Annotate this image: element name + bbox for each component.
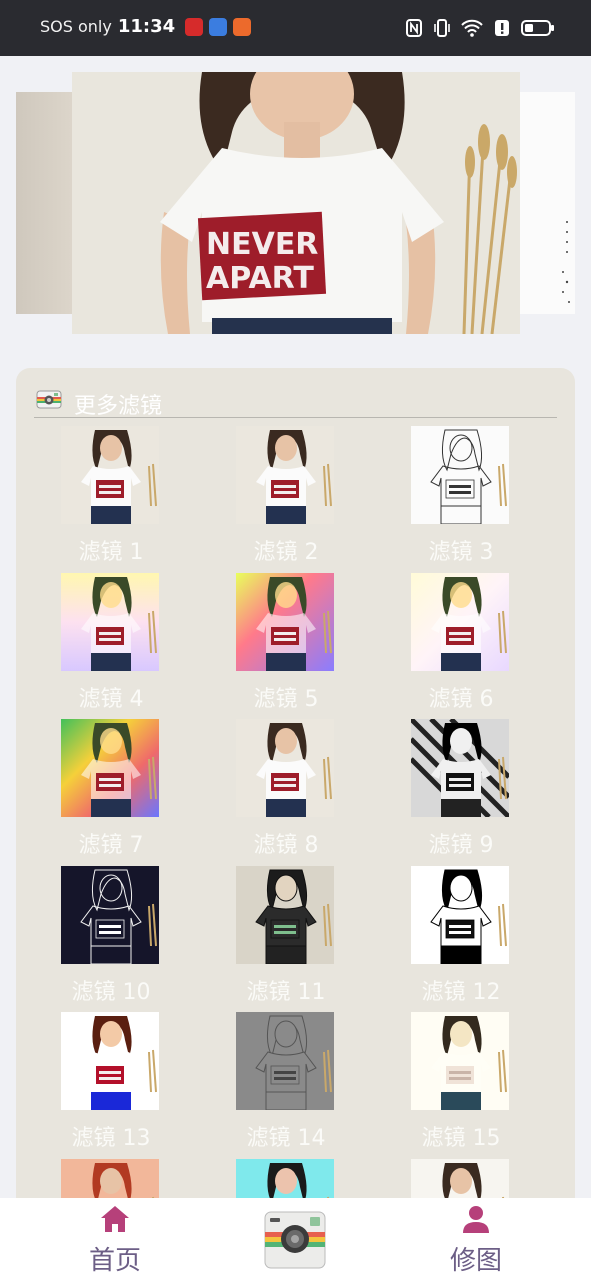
carousel-next-slide[interactable] — [515, 92, 575, 314]
user-icon — [463, 1206, 489, 1233]
status-right — [405, 18, 555, 38]
filter-thumbnail[interactable] — [236, 1012, 334, 1110]
filter-thumbnail[interactable] — [61, 719, 159, 817]
camera-center-button[interactable] — [264, 1208, 326, 1270]
filter-item[interactable]: 滤镜 14 — [181, 1012, 356, 1158]
filter-item[interactable]: 滤镜 6 — [356, 572, 531, 719]
filter-item[interactable]: 滤镜 9 — [356, 719, 531, 865]
filter-thumbnail[interactable] — [236, 426, 334, 524]
nav-home[interactable]: 首页 — [55, 1198, 175, 1280]
filter-thumbnail[interactable] — [411, 865, 509, 964]
filter-thumbnail[interactable] — [61, 865, 159, 964]
filter-thumbnail[interactable] — [236, 719, 334, 817]
filter-item[interactable]: 滤镜 4 — [16, 572, 181, 719]
alert-icon — [495, 20, 509, 36]
filters-panel-header: 更多滤镜 — [34, 386, 557, 419]
filter-thumbnail[interactable] — [411, 426, 509, 524]
filter-thumbnail[interactable] — [61, 1012, 159, 1110]
banner-carousel[interactable]: NEVER APART — [0, 56, 591, 356]
filter-item[interactable]: 滤镜 12 — [356, 865, 531, 1012]
camera-icon — [36, 390, 62, 409]
nav-edit[interactable]: 修图 — [416, 1198, 536, 1280]
filter-item[interactable]: 滤镜 5 — [181, 572, 356, 719]
filter-item[interactable]: 滤镜 11 — [181, 865, 356, 1012]
wifi-icon — [461, 19, 483, 37]
bottom-nav: 首页 修图 — [0, 1198, 591, 1280]
filter-item[interactable]: 滤镜 8 — [181, 719, 356, 865]
filter-thumbnail[interactable] — [61, 426, 159, 524]
vibrate-icon — [434, 19, 450, 37]
filter-thumbnail[interactable] — [236, 865, 334, 964]
mail-icon — [209, 17, 228, 36]
filter-item[interactable]: 滤镜 7 — [16, 719, 181, 865]
banner-photo[interactable]: NEVER APART — [72, 72, 520, 334]
clock: 11:34 — [117, 16, 176, 37]
filter-label: 滤镜 3 — [428, 540, 494, 565]
nfc-icon — [406, 19, 422, 37]
filter-item[interactable]: 滤镜 15 — [356, 1012, 531, 1158]
filter-thumbnail[interactable] — [61, 572, 159, 671]
download-icon — [233, 17, 252, 36]
home-icon — [101, 1206, 129, 1232]
filter-label: 滤镜 9 — [428, 833, 494, 858]
shirt-text-line2: APART — [206, 261, 314, 296]
carousel-prev-slide[interactable] — [16, 92, 76, 314]
filter-thumbnail[interactable] — [411, 719, 509, 817]
battery-icon — [521, 20, 554, 36]
filter-label: 滤镜 15 — [421, 1126, 501, 1151]
status-left: SOS only 11:34 — [40, 16, 252, 37]
notification-app-icon — [185, 17, 204, 36]
filter-thumbnail[interactable] — [411, 1012, 509, 1110]
woman-photo: NEVER APART — [72, 72, 520, 334]
filter-label: 滤镜 6 — [428, 686, 494, 712]
nav-home-label: 首页 — [88, 1246, 141, 1276]
slide-texture — [562, 221, 570, 303]
filter-item[interactable]: 滤镜 1 — [16, 426, 181, 572]
filter-item[interactable]: 滤镜 10 — [16, 865, 181, 1012]
filter-thumbnail[interactable] — [236, 572, 334, 671]
shirt-text-line1: NEVER — [206, 227, 318, 262]
filter-item[interactable]: 滤镜 13 — [16, 1012, 181, 1158]
filters-panel-title: 更多滤镜 — [74, 394, 163, 419]
filter-thumbnail[interactable] — [411, 572, 509, 671]
status-bar: SOS only 11:34 — [0, 0, 591, 56]
filter-item[interactable]: 滤镜 2 — [181, 426, 356, 572]
filter-label: 滤镜 12 — [421, 979, 501, 1005]
filters-panel: 更多滤镜 滤镜 1 滤镜 2 滤镜 3 滤镜 4 滤镜 5 滤镜 6 滤镜 7 滤镜 8 滤镜 … — [16, 368, 575, 1268]
sos-text: SOS only — [40, 17, 112, 36]
filter-item[interactable]: 滤镜 3 — [356, 426, 531, 572]
nav-edit-label: 修图 — [449, 1246, 502, 1276]
